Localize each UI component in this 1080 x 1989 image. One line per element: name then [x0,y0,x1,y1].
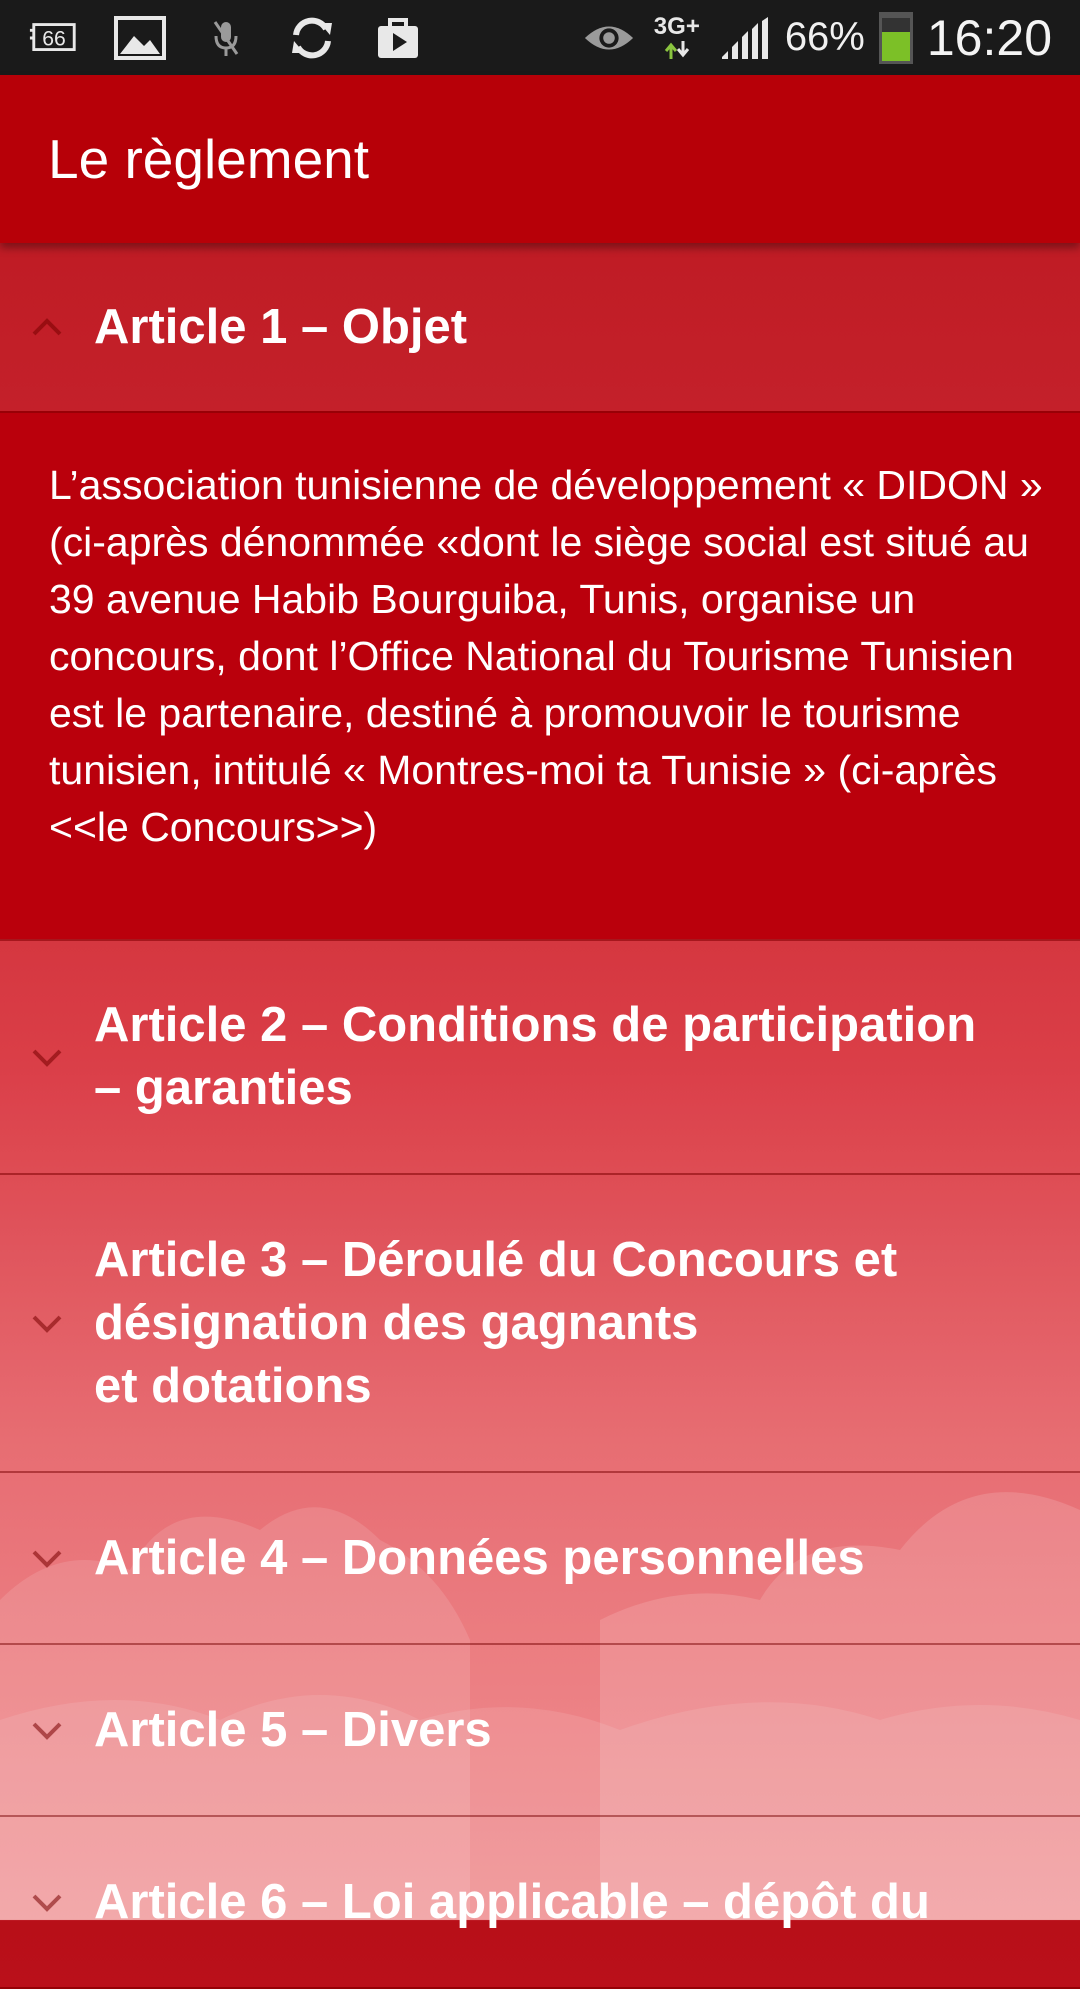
status-bar: 66 3G+ 66% 16:20 [0,0,1080,75]
accordion-item-article-2: Article 2 – Conditions de participation … [0,941,1080,1175]
signal-icon [719,15,771,61]
accordion-header-article-2[interactable]: Article 2 – Conditions de participation … [0,941,1080,1173]
accordion-header-article-5[interactable]: Article 5 – Divers [0,1645,1080,1815]
battery-percent: 66% [784,15,865,59]
app-bar: Le règlement [0,75,1080,243]
accordion-header-article-3[interactable]: Article 3 – Déroulé du Concours et désig… [0,1175,1080,1471]
accordion-title: Article 6 – Loi applicable – dépôt du [94,1874,930,1929]
battery-icon [878,11,913,64]
chevron-down-icon [32,1894,62,1912]
accordion-title: Article 5 – Divers [94,1702,492,1757]
accordion-title: Article 1 – Objet [94,299,468,354]
accordion-title: Article 3 – Déroulé du Concours et désig… [94,1232,898,1413]
chevron-up-icon [32,318,62,336]
chevron-down-icon [32,1550,62,1568]
chevron-down-icon [32,1049,62,1067]
accordion-header-article-4[interactable]: Article 4 – Données personnelles [0,1473,1080,1643]
accordion-body-article-1: L’association tunisienne de développemen… [0,411,1080,939]
mic-muted-icon [200,15,252,61]
accordion-item-article-6: Article 6 – Loi applicable – dépôt du [0,1817,1080,1989]
accordion-title: Article 2 – Conditions de participation … [94,998,977,1115]
accordion-title: Article 4 – Données personnelles [94,1530,865,1585]
accordion-item-article-3: Article 3 – Déroulé du Concours et désig… [0,1175,1080,1473]
chevron-down-icon [32,1315,62,1333]
battery-fill [881,32,910,61]
status-bar-notifications: 66 [0,0,424,75]
clock: 16:20 [926,9,1052,66]
accordion-item-article-4: Article 4 – Données personnelles [0,1473,1080,1645]
accordion-header-article-1[interactable]: Article 1 – Objet [0,243,1080,411]
network-arrows-icon [664,40,689,59]
sync-icon [286,15,338,61]
accordion-item-article-1: Article 1 – Objet L’association tunisien… [0,243,1080,941]
network-type-label: 3G+ [653,12,700,40]
accordion-item-article-5: Article 5 – Divers [0,1645,1080,1817]
rules-accordion: Article 1 – Objet L’association tunisien… [0,243,1080,1989]
chevron-down-icon [32,1722,62,1740]
svg-text:66: 66 [42,27,66,50]
notification-66-icon: 66 [28,15,80,61]
image-icon [114,15,166,61]
status-bar-system: 3G+ 66% 16:20 [583,0,1080,75]
play-store-icon [372,15,424,61]
article-1-text: L’association tunisienne de développemen… [49,462,1043,850]
page-title: Le règlement [48,128,370,190]
eye-icon [583,15,635,61]
accordion-header-article-6[interactable]: Article 6 – Loi applicable – dépôt du [0,1817,1080,1987]
network-indicator: 3G+ [649,12,705,61]
